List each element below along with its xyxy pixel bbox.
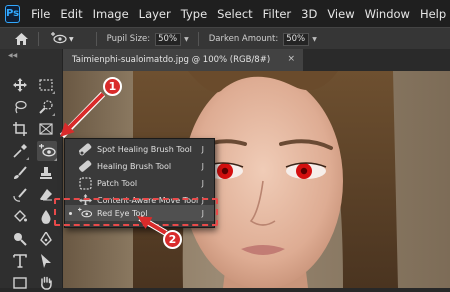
tools-panel: ◀◀ bbox=[0, 49, 63, 290]
path-selection-tool-icon[interactable] bbox=[37, 252, 55, 270]
chevron-down-icon: ▼ bbox=[69, 35, 74, 43]
panel-collapse-icon[interactable]: ◀◀ bbox=[8, 52, 17, 59]
darken-amount-field[interactable]: 50% bbox=[283, 32, 310, 46]
separator bbox=[197, 32, 199, 46]
red-eye-tool-icon[interactable] bbox=[37, 141, 57, 161]
red-eye-tool-highlight bbox=[54, 198, 218, 226]
flyout-item-shortcut: J bbox=[201, 178, 204, 188]
pupil-size-dropdown-icon[interactable]: ▼ bbox=[184, 36, 189, 43]
patch-icon bbox=[78, 176, 92, 190]
darken-amount-dropdown-icon[interactable]: ▼ bbox=[312, 36, 317, 43]
type-tool-icon[interactable] bbox=[11, 252, 29, 270]
options-bar: ▼ Pupil Size: 50% ▼ Darken Amount: 50% ▼ bbox=[0, 27, 450, 50]
pupil-size-label: Pupil Size: bbox=[106, 34, 151, 44]
flyout-item-shortcut: J bbox=[201, 144, 204, 154]
separator bbox=[95, 32, 97, 46]
close-icon[interactable]: × bbox=[287, 54, 295, 64]
move-tool-icon[interactable] bbox=[11, 76, 29, 94]
photoshop-logo: Ps bbox=[5, 4, 21, 23]
flyout-item-label: Spot Healing Brush Tool bbox=[97, 144, 192, 154]
menu-view[interactable]: View bbox=[322, 7, 359, 21]
brush-tool-icon[interactable] bbox=[11, 164, 29, 182]
flyout-item-spot-healing-brush[interactable]: Spot Healing Brush Tool J bbox=[65, 141, 214, 157]
marquee-tool-icon[interactable] bbox=[37, 76, 55, 94]
healing-brush-icon bbox=[78, 159, 92, 173]
menu-bar: Ps File Edit Image Layer Type Select Fil… bbox=[0, 0, 450, 27]
menu-type[interactable]: Type bbox=[176, 7, 212, 21]
history-brush-tool-icon[interactable] bbox=[11, 186, 29, 204]
hand-tool-icon[interactable] bbox=[37, 274, 55, 292]
menu-layer[interactable]: Layer bbox=[134, 7, 176, 21]
document-tab-title: Taimienphi-sualoimatdo.jpg @ 100% (RGB/8… bbox=[72, 55, 271, 65]
clone-stamp-tool-icon[interactable] bbox=[37, 164, 55, 182]
menu-edit[interactable]: Edit bbox=[55, 7, 87, 21]
home-icon[interactable] bbox=[14, 32, 28, 46]
separator bbox=[38, 32, 39, 46]
step-2-badge: 2 bbox=[163, 230, 182, 249]
pen-tool-icon[interactable] bbox=[37, 230, 55, 248]
pupil-size-field[interactable]: 50% bbox=[155, 32, 182, 46]
spot-healing-brush-icon bbox=[78, 142, 92, 156]
darken-amount-label: Darken Amount: bbox=[208, 34, 279, 44]
menu-file[interactable]: File bbox=[26, 7, 55, 21]
quick-selection-tool-icon[interactable] bbox=[37, 98, 55, 116]
frame-tool-icon[interactable] bbox=[37, 120, 55, 138]
blur-tool-icon[interactable] bbox=[37, 208, 55, 226]
menu-window[interactable]: Window bbox=[360, 7, 415, 21]
eyedropper-tool-icon[interactable] bbox=[11, 142, 29, 160]
document-tab[interactable]: Taimienphi-sualoimatdo.jpg @ 100% (RGB/8… bbox=[63, 49, 303, 71]
tool-preset-picker[interactable]: ▼ bbox=[49, 31, 74, 47]
lasso-tool-icon[interactable] bbox=[11, 98, 29, 116]
rectangle-tool-icon[interactable] bbox=[11, 274, 29, 292]
crop-tool-icon[interactable] bbox=[11, 120, 29, 138]
flyout-item-patch[interactable]: Patch Tool J bbox=[65, 175, 214, 191]
step-1-badge: 1 bbox=[103, 77, 122, 96]
eraser-tool-icon[interactable] bbox=[37, 186, 55, 204]
menu-select[interactable]: Select bbox=[212, 7, 257, 21]
flyout-item-label: Patch Tool bbox=[97, 178, 138, 188]
flyout-item-shortcut: J bbox=[201, 161, 204, 171]
document-tab-bar: Taimienphi-sualoimatdo.jpg @ 100% (RGB/8… bbox=[63, 49, 450, 71]
flyout-item-healing-brush[interactable]: Healing Brush Tool J bbox=[65, 158, 214, 174]
dodge-tool-icon[interactable] bbox=[11, 230, 29, 248]
menu-3d[interactable]: 3D bbox=[296, 7, 322, 21]
red-eye-icon bbox=[49, 31, 67, 47]
flyout-item-label: Healing Brush Tool bbox=[97, 161, 172, 171]
menu-help[interactable]: Help bbox=[415, 7, 450, 21]
paint-bucket-tool-icon[interactable] bbox=[11, 208, 29, 226]
menu-image[interactable]: Image bbox=[88, 7, 134, 21]
menu-filter[interactable]: Filter bbox=[258, 7, 296, 21]
